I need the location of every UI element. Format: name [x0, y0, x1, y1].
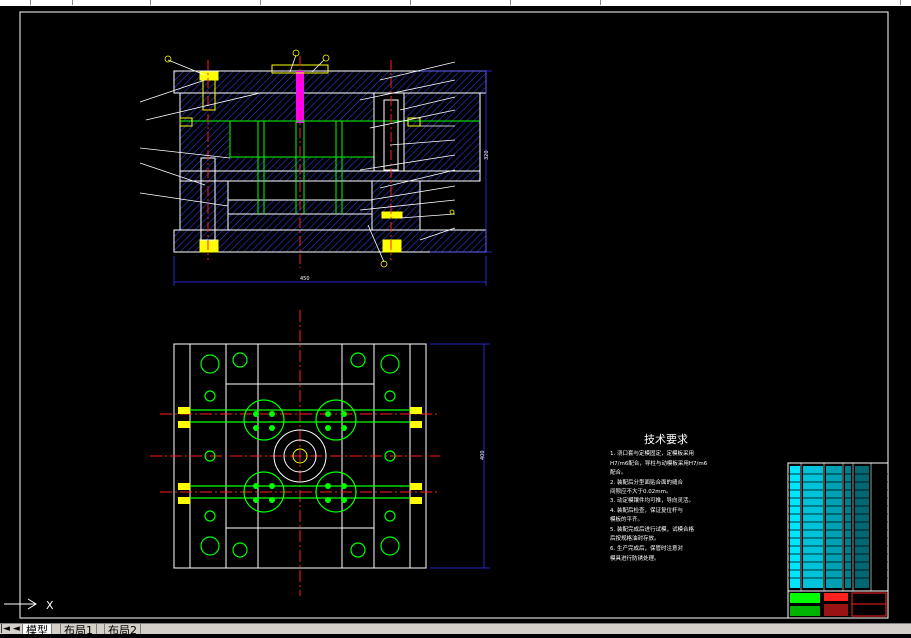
title-block — [787, 590, 889, 619]
note-line: 4. 装配后检查，保证复位杆与 — [610, 506, 683, 514]
note-line: H7/m6配合，导柱与动模板采用H7/m6 — [610, 459, 708, 467]
note-line: 3. 动定模镶件均可推，导向灵活。 — [610, 496, 694, 504]
ucs-x-label: X — [46, 599, 54, 612]
note-line: 6. 生产完成后，保管时注意对 — [610, 544, 683, 552]
toolbar-button[interactable] — [32, 0, 73, 5]
note-line: 间隙应不大于0.02mm。 — [610, 487, 671, 495]
layout-tab-bar: |◄ ◄ ► ►| 模型 布局1 布局2 — [0, 623, 911, 637]
note-line: 模板的平齐。 — [610, 515, 643, 523]
front-section-view — [173, 70, 487, 253]
support-plate — [179, 170, 481, 182]
parts-list-table — [787, 462, 889, 592]
note-line: 5. 装配完成后进行试模，试模合格 — [610, 525, 694, 533]
toolbar-dropdown[interactable] — [330, 0, 411, 5]
cavity-insert — [229, 120, 381, 158]
dim-front-height: 320 — [484, 150, 490, 160]
note-line: 模具进行防锈处理。 — [610, 554, 660, 562]
right-spacer-block — [371, 180, 421, 231]
guide-bushing-cavity — [373, 92, 405, 172]
drawing-canvas[interactable]: 450 320 400 技术要求 1. 浇口套与定模固定，定模板采用 H7/m6… — [0, 6, 911, 623]
toolbar-button[interactable] — [110, 0, 151, 5]
note-line: 后按规格油封存放。 — [610, 534, 660, 542]
toolbar-button[interactable] — [0, 0, 31, 5]
notes-title: 技术要求 — [644, 433, 688, 446]
top-clamp-plate — [173, 70, 487, 94]
dim-front-width: 450 — [300, 276, 310, 282]
fixed-mold-plate — [179, 92, 481, 122]
dim-plan-height: 400 — [480, 450, 486, 460]
toolbar-dropdown[interactable] — [440, 0, 511, 5]
toolbar-button[interactable] — [200, 0, 261, 5]
left-spacer-block — [179, 180, 229, 231]
toolbar-dropdown[interactable] — [700, 0, 901, 5]
toolbar-dropdown[interactable] — [520, 0, 601, 5]
plan-center-lines — [150, 310, 440, 596]
notes-body: 1. 浇口套与定模固定，定模板采用 H7/m6配合，导柱与动模板采用H7/m6 … — [610, 449, 708, 562]
note-line: 1. 浇口套与定模固定，定模板采用 — [610, 449, 694, 457]
note-line: 配合。 — [610, 468, 627, 476]
note-line: 2. 装配后分型面贴合面的缝合 — [610, 478, 683, 486]
